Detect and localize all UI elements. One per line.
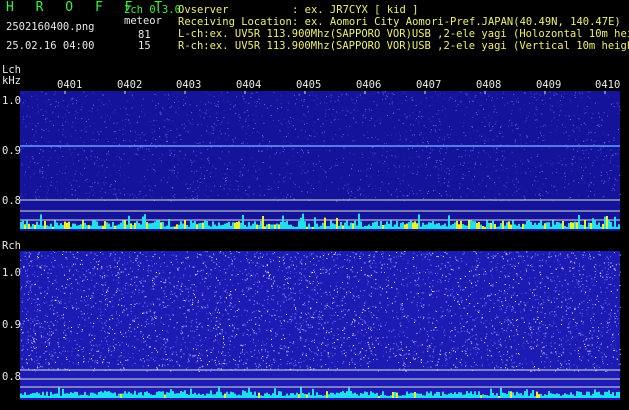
time-tick-0406: 0406 — [356, 79, 382, 91]
time-tick-0410: 0410 — [595, 79, 621, 91]
rch-ytick-3: 0.8 — [2, 371, 21, 383]
time-tick-0402: 0402 — [117, 79, 143, 91]
time-tick-0409: 0409 — [536, 79, 562, 91]
detector-label: meteor — [124, 15, 162, 27]
spectrogram-canvas — [20, 91, 621, 400]
time-tick-0404: 0404 — [236, 79, 262, 91]
observer-value: : ex. JR7CYX [ kid ] — [292, 4, 419, 16]
time-tick-0408: 0408 — [476, 79, 502, 91]
lch-ytick-3: 0.8 — [2, 195, 21, 207]
rch-count: 15 — [138, 40, 151, 52]
rch-channel-label: Rch — [2, 240, 21, 252]
observer-label: Ovserver — [178, 4, 229, 16]
lch-unit-label: kHz — [2, 75, 21, 87]
rch-ytick-1: 1.0 — [2, 267, 21, 279]
rch-info: R-ch:ex. UV5R 113.900Mhz(SAPPORO VOR)USB… — [178, 40, 629, 52]
time-tick-0405: 0405 — [296, 79, 322, 91]
location-value: : ex. Aomori City Aomori-Pref.JAPAN(40.4… — [292, 16, 621, 28]
datetime-label: 25.02.16 04:00 — [6, 40, 95, 52]
lch-ytick-2: 0.9 — [2, 145, 21, 157]
rch-spectrogram-panel — [20, 251, 620, 400]
filename-label: 2502160400.png — [6, 21, 95, 33]
lch-ytick-1: 1.0 — [2, 95, 21, 107]
time-tick-0403: 0403 — [176, 79, 202, 91]
rch-ytick-2: 0.9 — [2, 319, 21, 331]
time-tick-0407: 0407 — [416, 79, 442, 91]
lch-info: L-ch:ex. UV5R 113.900Mhz(SAPPORO VOR)USB… — [178, 28, 629, 40]
time-tick-0401: 0401 — [57, 79, 83, 91]
location-label: Receiving Location — [178, 16, 292, 28]
